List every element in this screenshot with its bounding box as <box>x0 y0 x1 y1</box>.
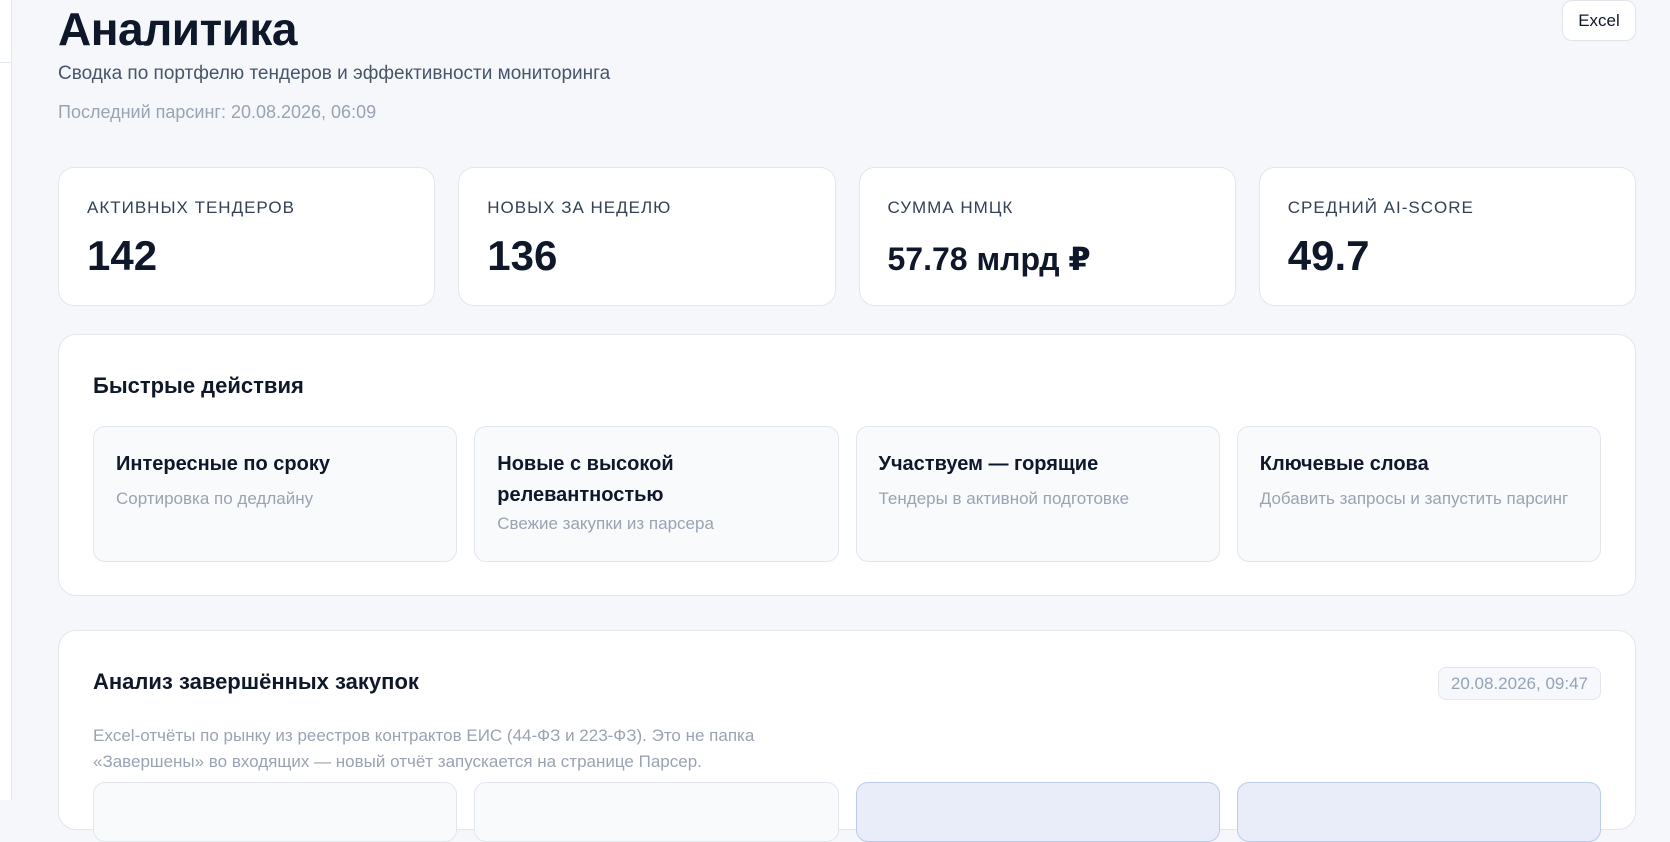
quick-action-keywords[interactable]: Ключевые слова Добавить запросы и запуст… <box>1236 426 1601 562</box>
quick-actions-title: Быстрые действия <box>93 373 304 398</box>
stat-label: СРЕДНИЙ AI-SCORE <box>1287 198 1474 217</box>
sidebar-edge <box>0 0 12 800</box>
sidebar-divider <box>0 62 12 63</box>
report-card[interactable] <box>474 782 839 842</box>
stat-value: 142 <box>87 232 158 279</box>
analysis-title: Анализ завершённых закупок <box>93 669 419 694</box>
action-description: Сортировка по дедлайну <box>116 489 314 508</box>
stat-value: 57.78 млрд ₽ <box>887 241 1091 277</box>
stat-card-active-tenders: АКТИВНЫХ ТЕНДЕРОВ 142 <box>58 167 436 306</box>
stat-value: 49.7 <box>1287 232 1370 279</box>
stat-label: НОВЫХ ЗА НЕДЕЛЮ <box>487 198 672 217</box>
page-subtitle: Сводка по портфелю тендеров и эффективно… <box>58 63 611 84</box>
stat-label: АКТИВНЫХ ТЕНДЕРОВ <box>87 198 295 217</box>
quick-action-participating-hot[interactable]: Участвуем — горящие Тендеры в активной п… <box>855 426 1220 562</box>
page-title: Аналитика <box>58 3 298 55</box>
excel-export-button[interactable]: Excel <box>1562 0 1636 41</box>
stats-row: АКТИВНЫХ ТЕНДЕРОВ 142 НОВЫХ ЗА НЕДЕЛЮ 13… <box>58 167 1636 306</box>
report-cards-row <box>93 782 1601 842</box>
last-parse-timestamp: Последний парсинг: 20.08.2026, 06:09 <box>58 102 377 122</box>
quick-actions-list: Интересные по сроку Сортировка по дедлай… <box>93 426 1601 562</box>
report-card[interactable] <box>93 782 458 842</box>
stat-card-new-this-week: НОВЫХ ЗА НЕДЕЛЮ 136 <box>458 167 836 306</box>
quick-action-interesting-by-deadline[interactable]: Интересные по сроку Сортировка по дедлай… <box>93 426 458 562</box>
action-title: Новые с высокой релевантностью <box>497 453 674 506</box>
quick-actions-panel: Быстрые действия Интересные по сроку Сор… <box>58 334 1636 596</box>
analysis-date-badge: 20.08.2026, 09:47 <box>1437 667 1601 700</box>
stat-value: 136 <box>487 232 558 279</box>
report-card[interactable] <box>855 782 1220 842</box>
action-description: Свежие закупки из парсера <box>497 514 714 533</box>
action-title: Интересные по сроку <box>116 453 330 475</box>
action-title: Участвуем — горящие <box>878 453 1099 475</box>
analysis-description: Excel-отчёты по рынку из реестров контра… <box>93 726 755 771</box>
stat-label: СУММА НМЦК <box>887 198 1014 217</box>
completed-procurement-analysis-panel: Анализ завершённых закупок 20.08.2026, 0… <box>58 630 1636 842</box>
stat-card-avg-ai-score: СРЕДНИЙ AI-SCORE 49.7 <box>1258 167 1636 306</box>
action-title: Ключевые слова <box>1259 453 1429 475</box>
report-card[interactable] <box>1236 782 1601 842</box>
analytics-page: Аналитика Сводка по портфелю тендеров и … <box>58 0 1636 842</box>
action-description: Тендеры в активной подготовке <box>878 489 1130 508</box>
action-description: Добавить запросы и запустить парсинг <box>1259 489 1569 508</box>
stat-card-nmck-sum: СУММА НМЦК 57.78 млрд ₽ <box>858 167 1236 306</box>
quick-action-new-high-relevance[interactable]: Новые с высокой релевантностью Свежие за… <box>474 426 839 562</box>
